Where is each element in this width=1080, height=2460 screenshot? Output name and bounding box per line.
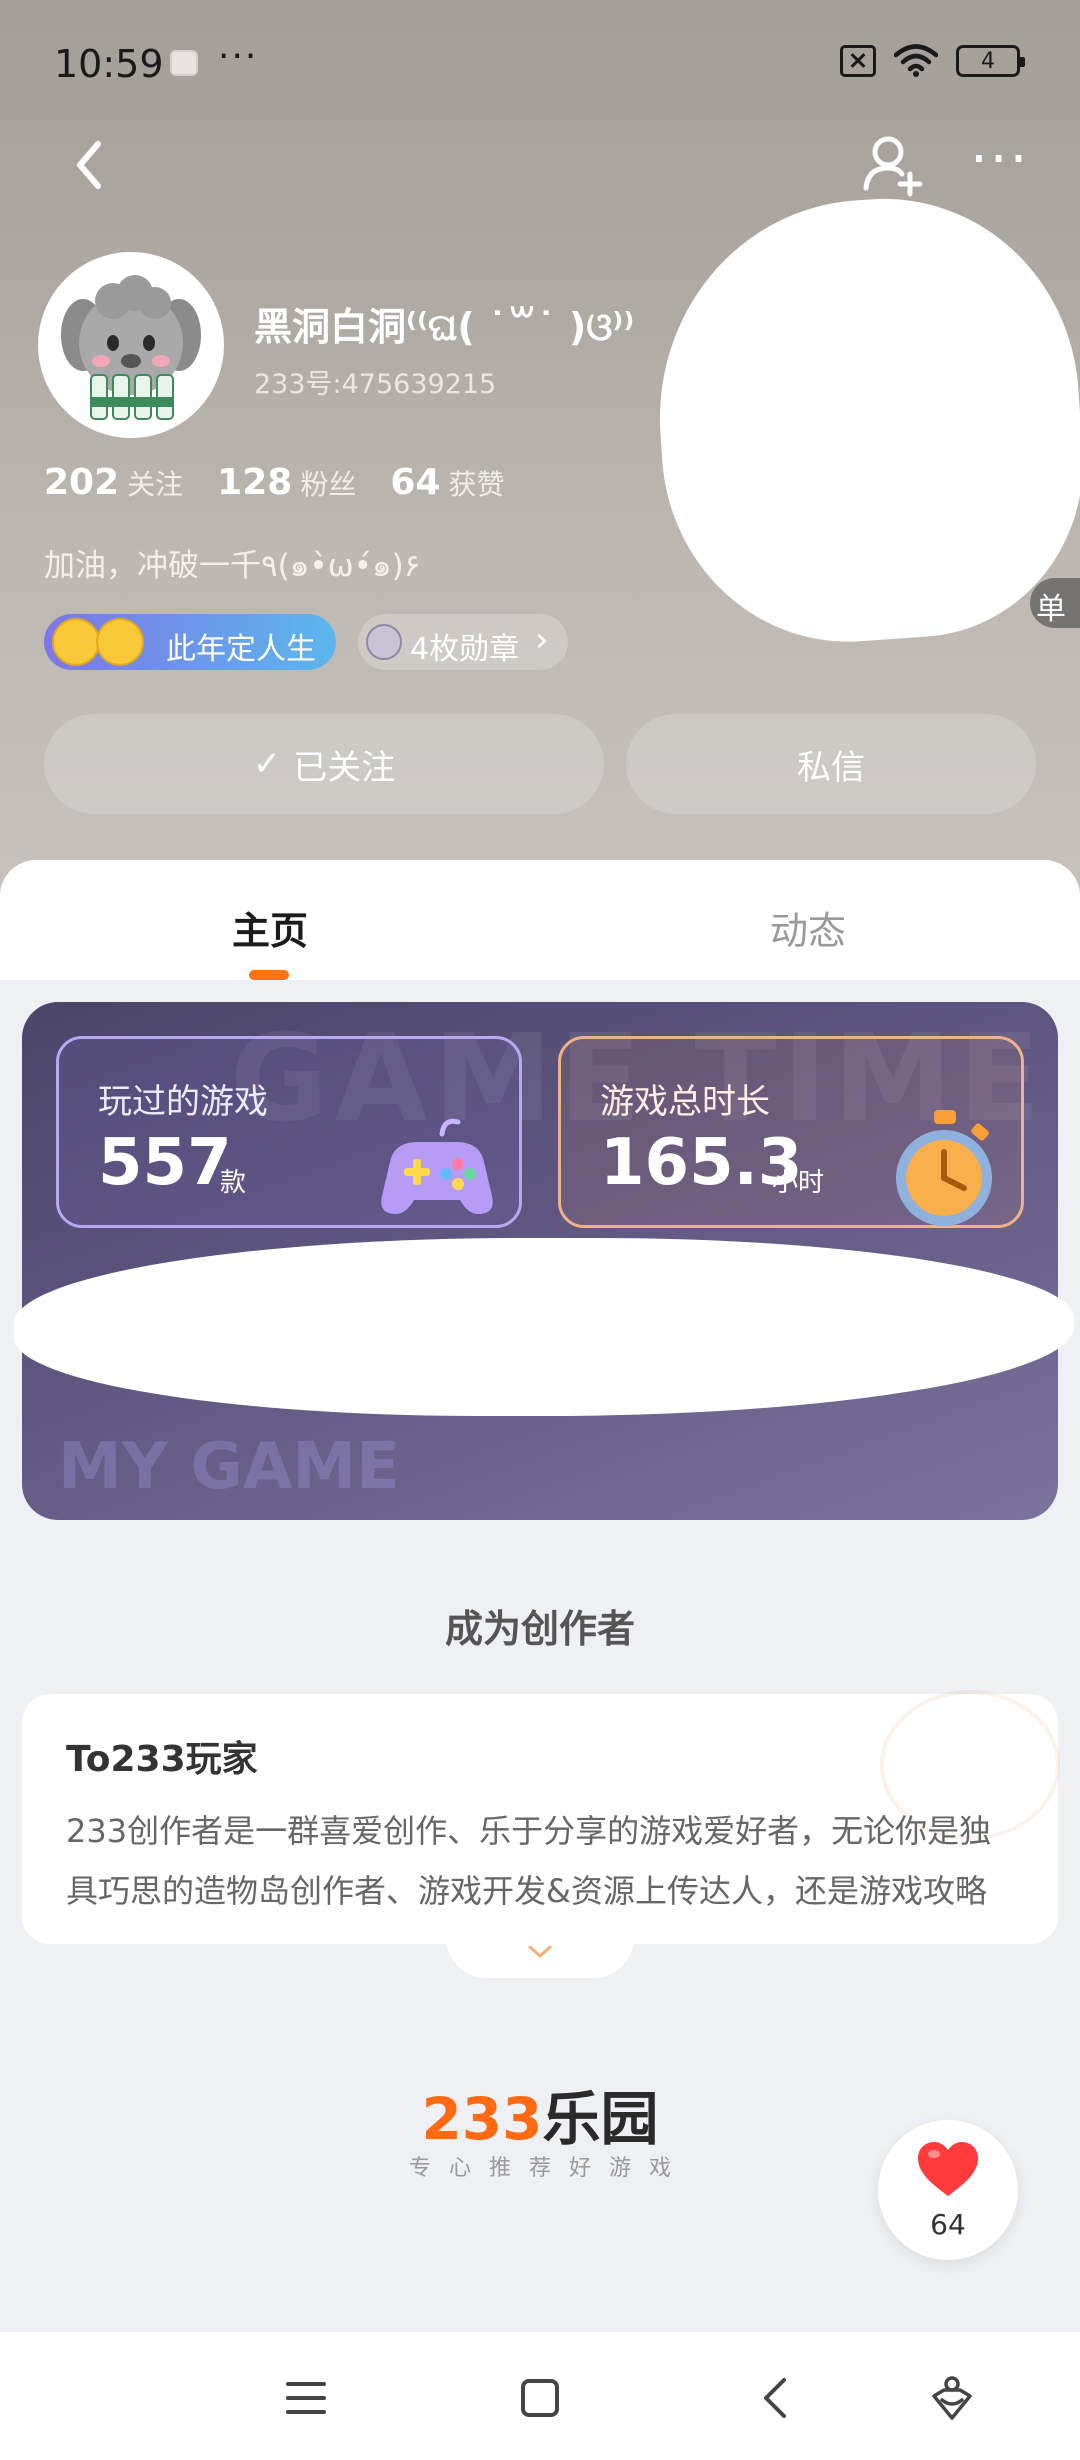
user-bio: 加油，冲破一千٩(๑•̀ω•́๑)۶	[44, 548, 421, 584]
message-button[interactable]: 私信	[626, 714, 1036, 814]
games-played-unit: 款	[220, 1168, 247, 1198]
logo-number: 233	[421, 2085, 543, 2153]
status-time: 10:59	[54, 42, 164, 86]
following-stat[interactable]: 202 关注	[44, 462, 183, 503]
game-card-watermark-bottom: MY GAME	[58, 1430, 400, 1504]
back-arrow-icon[interactable]	[60, 130, 120, 200]
play-time-unit: 小时	[772, 1168, 825, 1198]
check-icon: ✓	[252, 744, 282, 784]
creator-heading: 成为创作者	[444, 1607, 635, 1651]
following-label: 关注	[127, 468, 184, 501]
avatar-dog-illustration	[43, 257, 219, 433]
message-button-label: 私信	[797, 747, 865, 788]
medal-icon	[366, 624, 402, 660]
notification-app-icon	[170, 50, 198, 76]
active-tab-indicator	[249, 970, 289, 980]
chevron-right-icon: ›	[535, 620, 549, 660]
creator-card-title: To233玩家	[66, 1739, 258, 1780]
like-count: 64	[930, 2208, 966, 2241]
heart-icon[interactable]	[916, 2140, 980, 2198]
add-friend-icon[interactable]	[860, 130, 930, 200]
redacted-area	[14, 1238, 1074, 1416]
user-id: 233号:475639215	[254, 369, 497, 400]
home-square-icon[interactable]	[520, 2378, 560, 2418]
user-nickname: 黑洞白洞⁽⁽ଘ( ˙꒳˙ )ଓ⁾⁾	[254, 305, 635, 349]
chevron-down-icon[interactable]	[526, 1942, 554, 1962]
title-badge-label: 此年定人生	[166, 632, 316, 667]
games-played-label: 玩过的游戏	[98, 1082, 268, 1122]
assistant-icon[interactable]	[930, 2374, 974, 2422]
likes-label: 获赞	[448, 468, 505, 501]
tab-feed[interactable]: 动态	[770, 900, 846, 955]
tab-bar	[0, 860, 1080, 980]
medal-badge-label: 4枚勋章	[410, 632, 520, 667]
star-eyes-emoji-icon	[96, 618, 144, 666]
more-options-icon[interactable]: ···	[970, 132, 1040, 190]
battery-icon: 4	[956, 45, 1025, 77]
profile-stats: 202 关注 128 粉丝 64 获赞	[44, 462, 504, 503]
likes-stat: 64 获赞	[390, 462, 504, 503]
logo-name: 乐园	[542, 2085, 659, 2153]
status-icons: 4	[840, 44, 1025, 78]
no-sim-icon	[840, 45, 876, 77]
creator-card-text-line: 具巧思的造物岛创作者、游戏开发&资源上传达人，还是游戏攻略	[66, 1872, 987, 1910]
status-bar: 10:59 ··· 4	[0, 0, 1080, 120]
stopwatch-icon	[896, 1110, 992, 1226]
following-count: 202	[44, 462, 120, 503]
play-time-label: 游戏总时长	[600, 1082, 770, 1122]
avatar[interactable]	[38, 252, 224, 438]
gamepad-icon	[381, 1118, 493, 1214]
status-more-dots: ···	[218, 36, 259, 77]
creator-card-text-line: 233创作者是一群喜爱创作、乐于分享的游戏爱好者，无论你是独	[66, 1812, 992, 1850]
menu-icon[interactable]	[286, 2380, 326, 2416]
wifi-icon	[894, 44, 938, 77]
followed-button[interactable]: ✓ 已关注	[44, 714, 604, 814]
games-played-value: 557	[98, 1126, 232, 1200]
system-back-icon[interactable]	[760, 2376, 790, 2420]
followers-count: 128	[217, 462, 293, 503]
followers-stat[interactable]: 128 粉丝	[217, 462, 356, 503]
likes-count: 64	[390, 462, 441, 503]
followed-button-label: 已关注	[293, 747, 396, 788]
tab-home[interactable]: 主页	[232, 900, 308, 955]
sunglasses-emoji-icon	[52, 618, 100, 666]
followers-label: 粉丝	[300, 468, 357, 501]
side-pill-label: 单	[1036, 592, 1066, 627]
